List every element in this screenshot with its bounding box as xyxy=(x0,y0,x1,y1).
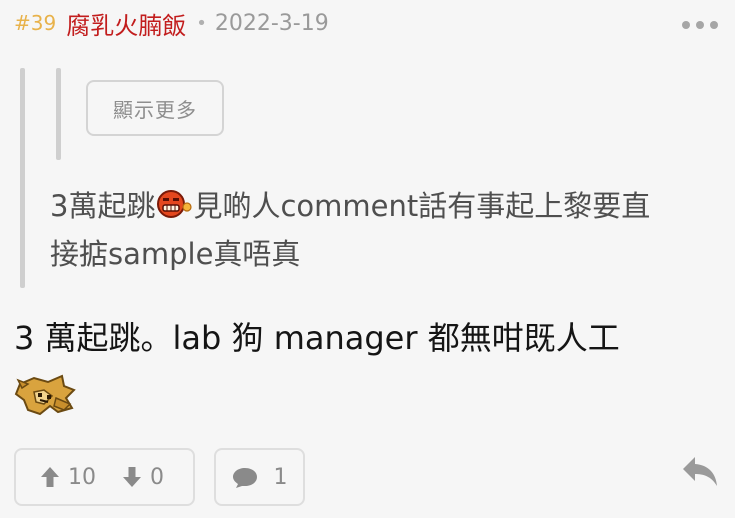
quote-bar-outer xyxy=(20,68,25,288)
reply-count: 1 xyxy=(273,464,288,490)
quoted-content: 3萬起跳 見啲人comment話有事起上黎要直 接掂sample真唔真 xyxy=(50,182,730,278)
reply-arrow-icon[interactable] xyxy=(681,454,719,488)
replies-button[interactable]: 1 xyxy=(214,448,305,506)
upvote-button[interactable]: 10 xyxy=(40,465,96,490)
downvote-button[interactable]: 0 xyxy=(122,465,164,490)
crying-dog-sticker xyxy=(14,374,76,416)
post-date: 2022-3-19 xyxy=(214,10,329,36)
angry-face-icon xyxy=(157,190,193,218)
upvote-count: 10 xyxy=(68,464,96,490)
post-body-text: 3 萬起跳。lab 狗 manager 都無咁既人工 xyxy=(14,319,620,357)
quote-line-1-start: 3萬起跳 xyxy=(50,189,156,223)
separator-dot: • xyxy=(196,12,207,34)
quote-bar-inner xyxy=(56,68,61,160)
post-number[interactable]: #39 xyxy=(14,11,56,35)
more-dots-icon[interactable] xyxy=(681,10,721,38)
downvote-count: 0 xyxy=(150,464,164,490)
vote-box: 10 0 xyxy=(14,448,195,506)
quote-line-1-end: 見啲人comment話有事起上黎要直 xyxy=(193,189,651,223)
show-more-button[interactable]: 顯示更多 xyxy=(86,80,224,136)
thumb-down-icon xyxy=(123,467,141,487)
quote-line-1: 3萬起跳 見啲人comment話有事起上黎要直 xyxy=(50,182,730,230)
username[interactable]: 腐乳火腩飯 xyxy=(66,6,186,41)
quote-line-2: 接掂sample真唔真 xyxy=(50,237,301,271)
speech-bubble-icon xyxy=(232,468,257,488)
post-header: #39 腐乳火腩飯 • 2022-3-19 xyxy=(14,6,721,40)
thumb-up-icon xyxy=(41,467,59,487)
